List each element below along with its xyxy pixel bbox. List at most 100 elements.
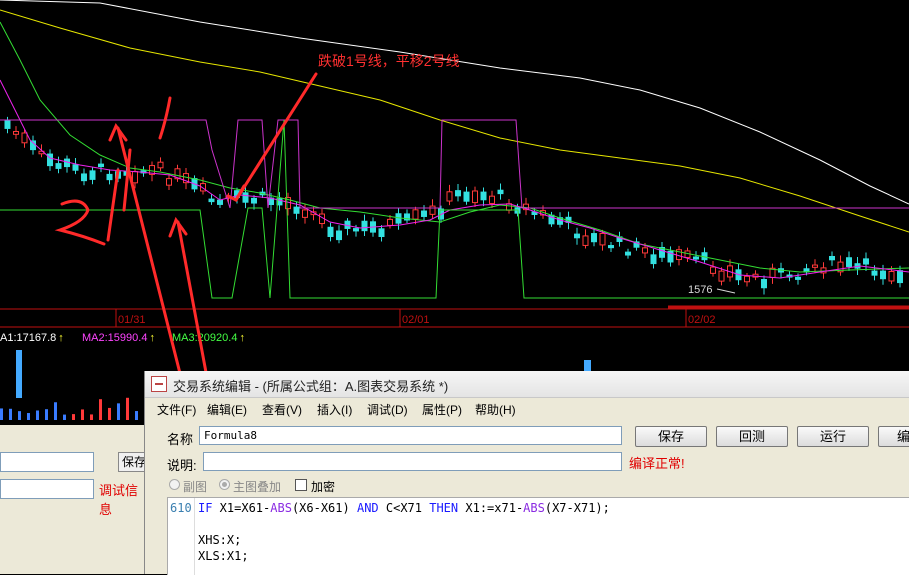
- system-editor-dialog: 交易系统编辑 - (所属公式组：A.图表交易系统 *) 文件(F) 编辑(E) …: [144, 371, 909, 575]
- menu-edit[interactable]: 编辑(E): [207, 401, 247, 418]
- line-gutter: 610: [168, 498, 195, 575]
- candle: [871, 270, 878, 276]
- candle: [463, 191, 470, 202]
- background-panel: 保存 调试信息: [0, 425, 150, 574]
- candle: [21, 132, 28, 144]
- candle: [608, 245, 614, 249]
- ma3-legend: MA3:20920.4 ↑: [172, 332, 245, 344]
- encrypt-checkbox[interactable]: [295, 479, 307, 491]
- edit-button[interactable]: 编: [878, 426, 909, 447]
- candle: [251, 197, 257, 204]
- candle: [718, 270, 725, 282]
- volume-bar: [72, 414, 75, 420]
- candle: [429, 205, 436, 215]
- candle: [846, 257, 852, 267]
- candle: [208, 198, 215, 203]
- volume-bar: [54, 402, 57, 420]
- candle: [582, 235, 589, 246]
- app-icon: [151, 376, 167, 392]
- candle: [378, 228, 385, 238]
- candle: [242, 192, 249, 203]
- candle: [421, 210, 427, 217]
- candle: [591, 233, 597, 243]
- candle: [293, 206, 300, 214]
- menu-debug[interactable]: 调试(D): [367, 401, 408, 418]
- background-name-field[interactable]: [0, 452, 94, 472]
- candle: [81, 173, 87, 182]
- menu-file[interactable]: 文件(F): [157, 401, 196, 418]
- candle: [812, 264, 818, 268]
- candle: [446, 191, 453, 202]
- line-number: 610: [170, 501, 192, 515]
- code-line-1[interactable]: IF X1=X61-ABS(X6-X61) AND C<X71 THEN X1:…: [198, 501, 610, 515]
- volume-bar: [36, 410, 39, 420]
- candle: [795, 276, 801, 280]
- save-button[interactable]: 保存: [635, 426, 707, 447]
- candle: [361, 220, 368, 232]
- candle: [693, 256, 699, 260]
- code-editor[interactable]: 610 IF X1=X61-ABS(X6-X61) AND C<X71 THEN…: [167, 497, 909, 575]
- candle: [353, 228, 359, 232]
- sub-chart-label: 副图: [183, 480, 208, 494]
- menu-view[interactable]: 查看(V): [262, 401, 302, 418]
- sub-chart-radio[interactable]: [169, 479, 180, 490]
- annotation-text: 跌破1号线，平移2号线: [318, 53, 460, 69]
- candle: [897, 270, 903, 284]
- candle: [132, 171, 138, 184]
- date-label: 01/31: [118, 314, 146, 326]
- volume-bar: [27, 413, 30, 420]
- candle: [829, 256, 835, 261]
- volume-bar: [63, 414, 66, 420]
- menu-insert[interactable]: 插入(I): [317, 401, 352, 418]
- volume-bar: [9, 408, 12, 420]
- volume-bar: [90, 414, 93, 420]
- main-overlay-radio[interactable]: [219, 479, 230, 490]
- code-line-3[interactable]: XHS:X;: [198, 533, 241, 547]
- volume-bar: [108, 407, 111, 420]
- candle: [157, 161, 164, 169]
- name-input[interactable]: Formula8: [199, 426, 622, 445]
- candle: [761, 279, 767, 289]
- dialog-titlebar[interactable]: 交易系统编辑 - (所属公式组：A.图表交易系统 *): [145, 371, 909, 398]
- volume-bar: [0, 408, 3, 420]
- volume-bar: [135, 411, 138, 420]
- price-label: 1576: [688, 284, 712, 296]
- description-label: 说明:: [167, 458, 197, 473]
- volume-bar: [99, 399, 102, 420]
- candle: [650, 254, 657, 265]
- volume-bar: [126, 397, 129, 420]
- candle: [98, 163, 104, 168]
- candle: [455, 190, 461, 197]
- candle: [72, 164, 79, 171]
- menu-help[interactable]: 帮助(H): [475, 401, 516, 418]
- candle: [574, 233, 580, 239]
- background-desc-field[interactable]: [0, 479, 94, 499]
- menu-bar: 文件(F) 编辑(E) 查看(V) 插入(I) 调试(D) 属性(P) 帮助(H…: [145, 399, 909, 421]
- main-overlay-label: 主图叠加: [233, 480, 282, 494]
- code-line-4[interactable]: XLS:X1;: [198, 549, 249, 563]
- candle: [744, 275, 750, 283]
- candle: [599, 232, 606, 246]
- volume-bar: [18, 411, 21, 420]
- candle: [89, 170, 96, 180]
- dialog-title: 交易系统编辑 - (所属公式组：A.图表交易系统 *): [173, 379, 449, 394]
- candle: [387, 218, 393, 226]
- candle: [880, 270, 886, 280]
- candle: [166, 178, 172, 186]
- candle: [4, 120, 11, 129]
- candle: [412, 209, 419, 220]
- ma2-legend: MA2:15990.4 ↑: [82, 332, 155, 344]
- ma1-legend: A1:17167.8 ↑: [0, 332, 64, 344]
- menu-properties[interactable]: 属性(P): [422, 401, 462, 418]
- debug-info-label: 调试信息: [99, 483, 139, 517]
- candle: [710, 266, 716, 274]
- candle: [302, 209, 308, 218]
- candle: [863, 258, 869, 265]
- run-button[interactable]: 运行: [797, 426, 869, 447]
- candle: [472, 190, 478, 204]
- encrypt-label: 加密: [311, 480, 336, 494]
- description-input[interactable]: [203, 452, 622, 471]
- candle: [642, 247, 648, 254]
- candle: [217, 199, 223, 205]
- backtest-button[interactable]: 回测: [716, 426, 788, 447]
